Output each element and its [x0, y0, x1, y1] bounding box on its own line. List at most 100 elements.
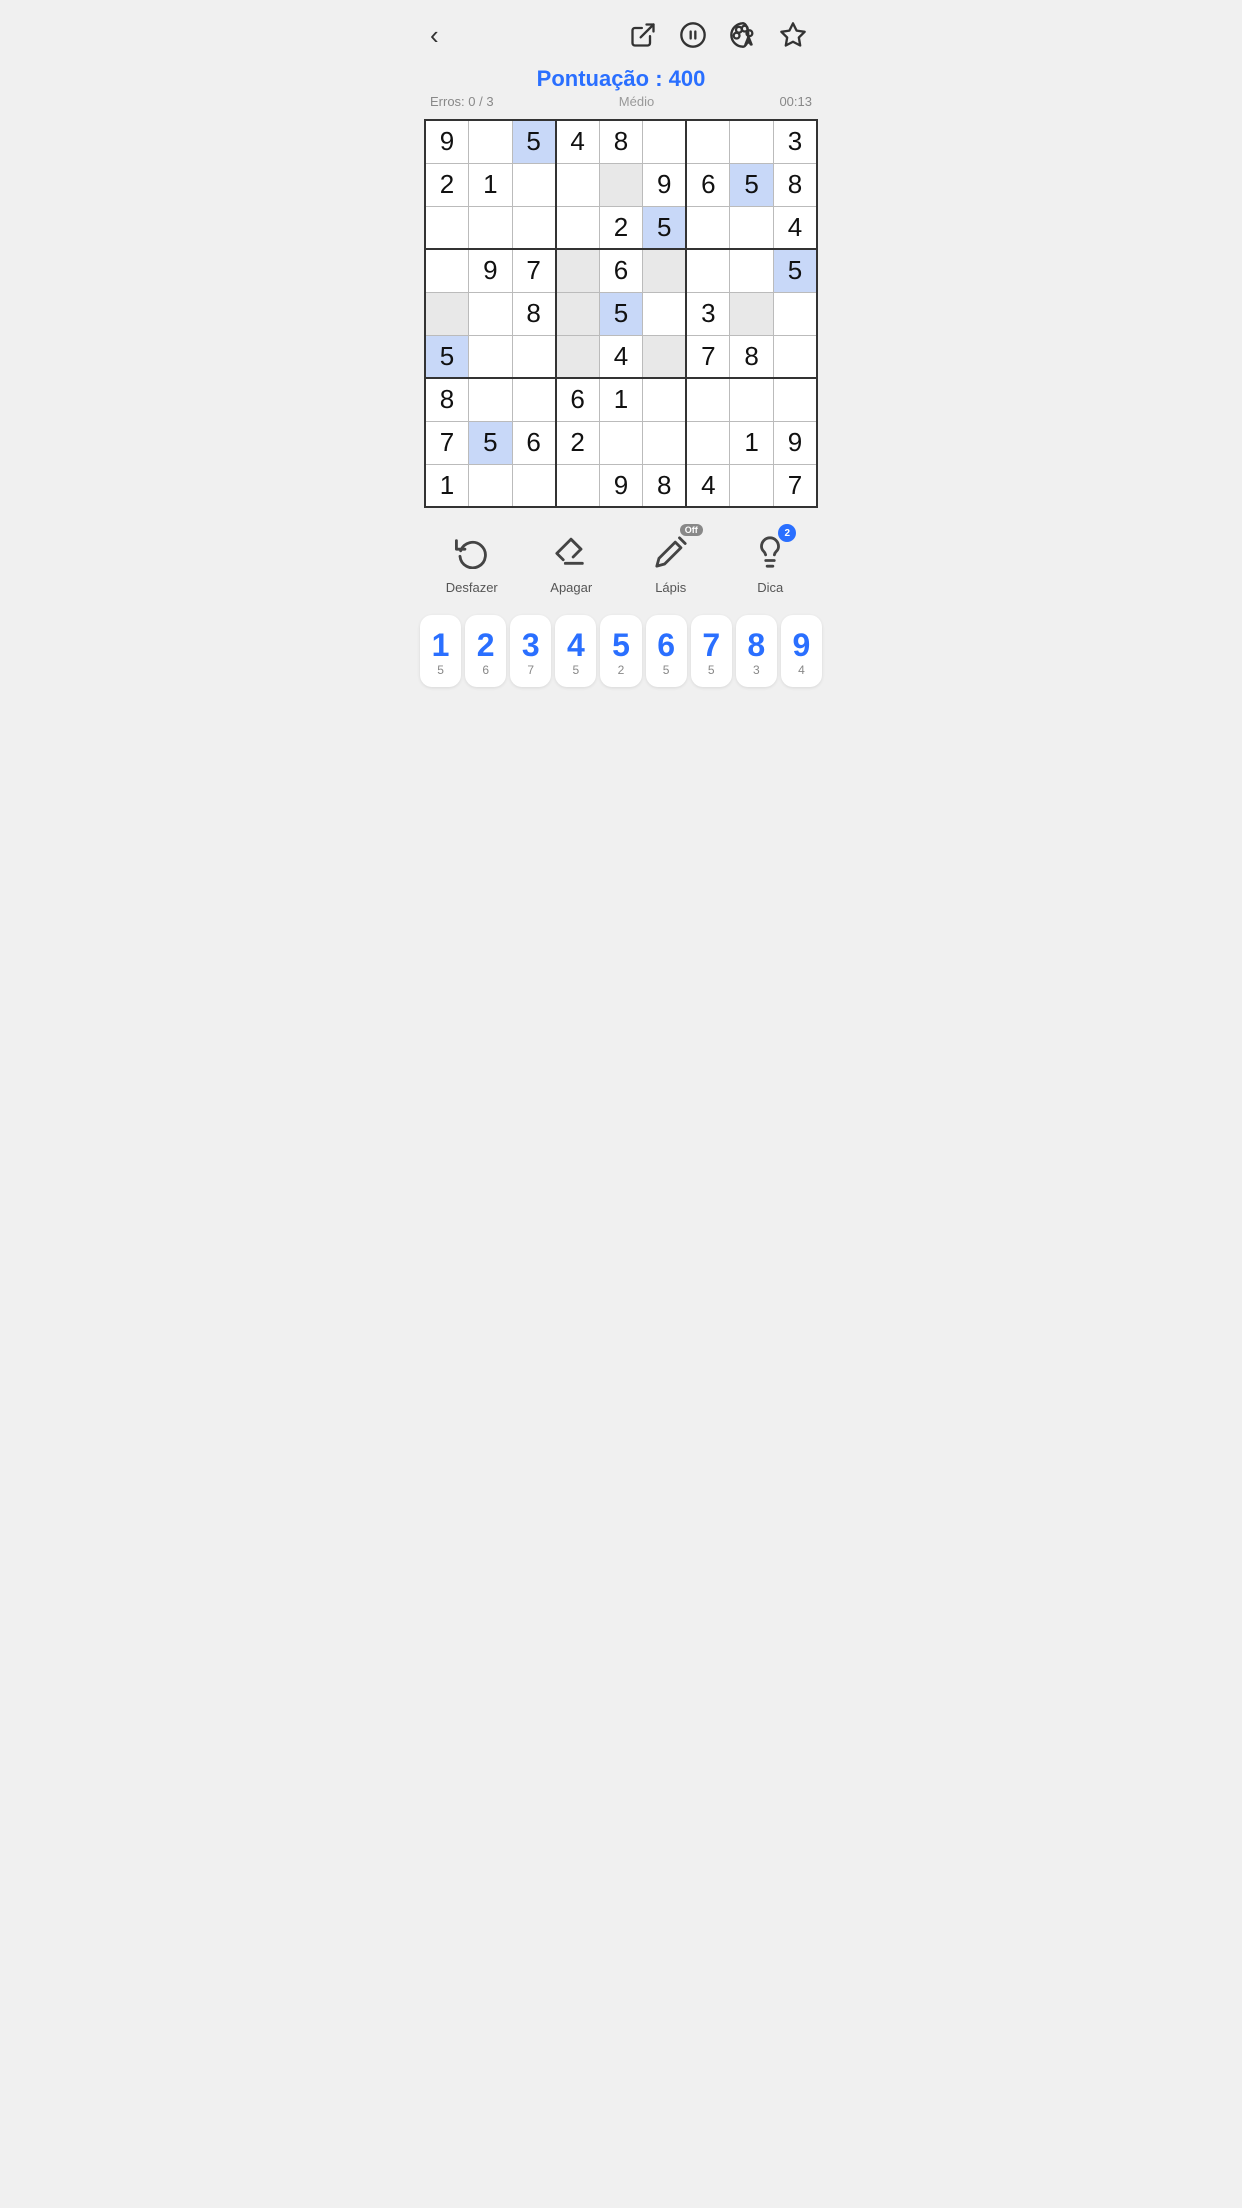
numpad-key-5[interactable]: 52: [600, 615, 641, 687]
cell-7-8[interactable]: 9: [773, 421, 817, 464]
cell-4-7[interactable]: [730, 292, 774, 335]
numpad-count-5: 2: [618, 663, 625, 677]
cell-4-1[interactable]: [469, 292, 513, 335]
cell-1-5[interactable]: 9: [643, 163, 687, 206]
cell-3-5[interactable]: [643, 249, 687, 292]
numpad-key-8[interactable]: 83: [736, 615, 777, 687]
numpad-key-3[interactable]: 37: [510, 615, 551, 687]
cell-6-6[interactable]: [686, 378, 730, 421]
numpad-key-9[interactable]: 94: [781, 615, 822, 687]
cell-1-6[interactable]: 6: [686, 163, 730, 206]
cell-5-3[interactable]: [556, 335, 600, 378]
cell-5-6[interactable]: 7: [686, 335, 730, 378]
cell-8-4[interactable]: 9: [599, 464, 643, 507]
cell-0-4[interactable]: 8: [599, 120, 643, 163]
cell-6-7[interactable]: [730, 378, 774, 421]
cell-8-0[interactable]: 1: [425, 464, 469, 507]
cell-2-2[interactable]: [512, 206, 556, 249]
cell-4-4[interactable]: 5: [599, 292, 643, 335]
cell-5-8[interactable]: [773, 335, 817, 378]
cell-5-1[interactable]: [469, 335, 513, 378]
cell-0-6[interactable]: [686, 120, 730, 163]
cell-0-8[interactable]: 3: [773, 120, 817, 163]
cell-2-5[interactable]: 5: [643, 206, 687, 249]
cell-7-0[interactable]: 7: [425, 421, 469, 464]
cell-8-8[interactable]: 7: [773, 464, 817, 507]
erase-button[interactable]: Apagar: [536, 530, 606, 595]
cell-1-3[interactable]: [556, 163, 600, 206]
cell-8-7[interactable]: [730, 464, 774, 507]
hint-button[interactable]: 2 Dica: [735, 530, 805, 595]
cell-0-1[interactable]: [469, 120, 513, 163]
cell-6-5[interactable]: [643, 378, 687, 421]
cell-1-8[interactable]: 8: [773, 163, 817, 206]
cell-5-0[interactable]: 5: [425, 335, 469, 378]
cell-4-2[interactable]: 8: [512, 292, 556, 335]
cell-6-8[interactable]: [773, 378, 817, 421]
numpad-key-4[interactable]: 45: [555, 615, 596, 687]
cell-6-3[interactable]: 6: [556, 378, 600, 421]
cell-6-0[interactable]: 8: [425, 378, 469, 421]
back-button[interactable]: ‹: [430, 22, 439, 48]
cell-0-5[interactable]: [643, 120, 687, 163]
numpad-key-6[interactable]: 65: [646, 615, 687, 687]
cell-2-6[interactable]: [686, 206, 730, 249]
cell-8-3[interactable]: [556, 464, 600, 507]
cell-0-2[interactable]: 5: [512, 120, 556, 163]
cell-2-7[interactable]: [730, 206, 774, 249]
cell-3-8[interactable]: 5: [773, 249, 817, 292]
cell-2-3[interactable]: [556, 206, 600, 249]
pencil-button[interactable]: Off Lápis: [636, 530, 706, 595]
cell-5-2[interactable]: [512, 335, 556, 378]
cell-3-3[interactable]: [556, 249, 600, 292]
cell-3-1[interactable]: 9: [469, 249, 513, 292]
cell-7-6[interactable]: [686, 421, 730, 464]
cell-3-0[interactable]: [425, 249, 469, 292]
cell-1-4[interactable]: [599, 163, 643, 206]
cell-7-3[interactable]: 2: [556, 421, 600, 464]
cell-1-2[interactable]: [512, 163, 556, 206]
cell-0-3[interactable]: 4: [556, 120, 600, 163]
numpad-key-7[interactable]: 75: [691, 615, 732, 687]
cell-5-7[interactable]: 8: [730, 335, 774, 378]
share-button[interactable]: [624, 16, 662, 54]
cell-4-6[interactable]: 3: [686, 292, 730, 335]
cell-4-5[interactable]: [643, 292, 687, 335]
cell-3-2[interactable]: 7: [512, 249, 556, 292]
cell-0-0[interactable]: 9: [425, 120, 469, 163]
cell-8-1[interactable]: [469, 464, 513, 507]
pause-button[interactable]: [674, 16, 712, 54]
cell-6-2[interactable]: [512, 378, 556, 421]
cell-1-7[interactable]: 5: [730, 163, 774, 206]
cell-3-6[interactable]: [686, 249, 730, 292]
cell-2-8[interactable]: 4: [773, 206, 817, 249]
cell-7-7[interactable]: 1: [730, 421, 774, 464]
cell-7-5[interactable]: [643, 421, 687, 464]
cell-7-4[interactable]: [599, 421, 643, 464]
cell-3-7[interactable]: [730, 249, 774, 292]
cell-3-4[interactable]: 6: [599, 249, 643, 292]
numpad-key-2[interactable]: 26: [465, 615, 506, 687]
cell-2-0[interactable]: [425, 206, 469, 249]
cell-1-1[interactable]: 1: [469, 163, 513, 206]
cell-8-6[interactable]: 4: [686, 464, 730, 507]
cell-7-2[interactable]: 6: [512, 421, 556, 464]
cell-6-1[interactable]: [469, 378, 513, 421]
cell-2-4[interactable]: 2: [599, 206, 643, 249]
cell-1-0[interactable]: 2: [425, 163, 469, 206]
cell-4-3[interactable]: [556, 292, 600, 335]
undo-button[interactable]: Desfazer: [437, 530, 507, 595]
cell-0-7[interactable]: [730, 120, 774, 163]
cell-4-8[interactable]: [773, 292, 817, 335]
cell-6-4[interactable]: 1: [599, 378, 643, 421]
cell-8-5[interactable]: 8: [643, 464, 687, 507]
cell-4-0[interactable]: [425, 292, 469, 335]
theme-button[interactable]: A: [724, 16, 762, 54]
cell-8-2[interactable]: [512, 464, 556, 507]
cell-5-4[interactable]: 4: [599, 335, 643, 378]
settings-button[interactable]: [774, 16, 812, 54]
cell-5-5[interactable]: [643, 335, 687, 378]
numpad-key-1[interactable]: 15: [420, 615, 461, 687]
cell-7-1[interactable]: 5: [469, 421, 513, 464]
cell-2-1[interactable]: [469, 206, 513, 249]
